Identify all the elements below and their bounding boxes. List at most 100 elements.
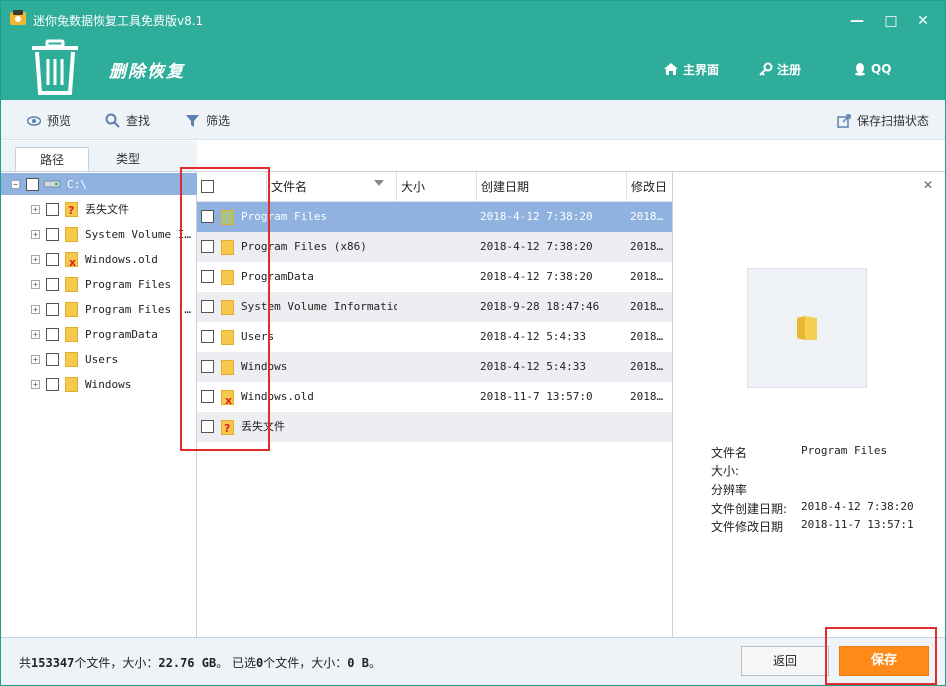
maximize-button[interactable]: □	[881, 11, 901, 31]
tree-root-label: C:\	[67, 177, 87, 191]
expand-icon[interactable]: +	[31, 304, 40, 314]
column-name[interactable]: 文件名	[267, 172, 397, 202]
tree-item[interactable]: + Users	[1, 348, 197, 370]
column-size[interactable]: 大小	[397, 172, 477, 202]
register-link-label: 注册	[777, 62, 802, 77]
tree-item[interactable]: + Windows	[1, 373, 197, 395]
file-row-folder-icon	[221, 239, 235, 255]
title-bar: 迷你兔数据恢复工具免费版v8.1 — □ ✕ 删除恢复 主界面 注册 QQ	[1, 1, 945, 100]
status-summary: 共153347个文件，大小：22.76 GB。 已选0个文件，大小：0 B。	[19, 654, 381, 671]
file-row-checkbox[interactable]	[201, 300, 214, 313]
tree-item[interactable]: + ProgramData	[1, 323, 197, 345]
file-row-name: Program Files	[241, 210, 328, 223]
tree-item-checkbox[interactable]	[46, 302, 59, 316]
preview-button[interactable]: 预览	[27, 112, 71, 129]
tree-item-label: Windows.old	[85, 252, 158, 266]
home-link[interactable]: 主界面	[663, 59, 719, 79]
status-total-size: 22.76 GB	[158, 656, 217, 670]
folder-tree: − C:\ +? 丢失文件 + System Volume I… + x Windows.o…	[1, 171, 197, 637]
key-icon	[759, 62, 773, 76]
minimize-button[interactable]: —	[847, 11, 867, 31]
file-row[interactable]: Users 2018-4-12 5:4:33 2018…	[197, 322, 672, 352]
tree-root-checkbox[interactable]	[26, 177, 39, 191]
file-row[interactable]: x Windows.old 2018-11-7 13:57:0 2018…	[197, 382, 672, 412]
eye-icon	[27, 115, 41, 126]
tree-item[interactable]: + System Volume I…	[1, 223, 197, 245]
tab-type[interactable]: 类型	[91, 147, 165, 171]
expand-icon[interactable]: +	[31, 204, 40, 214]
save-scan-button[interactable]: 保存扫描状态	[837, 112, 929, 129]
status-mid1: 个文件，大小：	[74, 656, 159, 670]
preview-close-icon[interactable]: ✕	[923, 178, 933, 192]
funnel-icon	[186, 115, 199, 127]
save-scan-label: 保存扫描状态	[857, 114, 930, 128]
file-row-created: 2018-4-12 7:38:20	[480, 210, 593, 223]
file-row-checkbox[interactable]	[201, 330, 214, 343]
qq-link[interactable]: QQ	[853, 59, 891, 79]
info-created-value: 2018-4-12 7:38:20	[801, 500, 914, 513]
tree-item[interactable]: + Program Files (…	[1, 298, 197, 320]
save-button[interactable]: 保存	[839, 646, 929, 676]
file-row-name: 丢失文件	[241, 420, 285, 433]
filter-button[interactable]: 筛选	[185, 112, 230, 129]
tree-item[interactable]: +? 丢失文件	[1, 198, 197, 220]
file-row-created: 2018-4-12 7:38:20	[480, 270, 593, 283]
tree-item-checkbox[interactable]	[46, 377, 59, 391]
file-row[interactable]: System Volume Information 2018-9-28 18:47…	[197, 292, 672, 322]
file-row-name: ProgramData	[241, 270, 314, 283]
file-row[interactable]: Program Files 2018-4-12 7:38:20 2018…	[197, 202, 672, 232]
column-created[interactable]: 创建日期	[477, 172, 627, 202]
tree-item-checkbox[interactable]	[46, 327, 59, 341]
column-modified[interactable]: 修改日	[627, 172, 672, 202]
file-row-checkbox[interactable]	[201, 420, 214, 433]
select-all-checkbox[interactable]	[201, 180, 214, 193]
folder-icon	[797, 316, 817, 340]
expand-icon[interactable]: +	[31, 279, 40, 289]
tab-path[interactable]: 路径	[15, 147, 89, 171]
file-row[interactable]: Windows 2018-4-12 5:4:33 2018…	[197, 352, 672, 382]
tree-item-checkbox[interactable]	[46, 252, 59, 266]
file-row[interactable]: Program Files (x86) 2018-4-12 7:38:20 2018…	[197, 232, 672, 262]
info-resolution-label: 分辨率	[711, 483, 748, 497]
tree-item-checkbox[interactable]	[46, 227, 59, 241]
preview-panel: ✕ 文件名 Program Files 大小: 分辨率 文件创建日期: 2018…	[673, 171, 945, 637]
tree-item-checkbox[interactable]	[46, 277, 59, 291]
file-row-name: Users	[241, 330, 275, 343]
tree-item-checkbox[interactable]	[46, 352, 59, 366]
expand-icon[interactable]: +	[31, 229, 40, 239]
file-row-modified: 2018…	[630, 270, 664, 283]
file-row-checkbox[interactable]	[201, 210, 214, 223]
column-name-label: 文件名	[271, 180, 308, 194]
tree-item[interactable]: + Program Files	[1, 273, 197, 295]
tree-item-folder-icon	[65, 326, 79, 342]
tree-item-checkbox[interactable]	[46, 202, 59, 216]
expand-icon[interactable]: +	[31, 254, 40, 264]
status-mid2: 。 已选	[216, 656, 257, 670]
expand-icon[interactable]: +	[31, 379, 40, 389]
file-row-name: Program Files (x86)	[241, 240, 367, 253]
info-modified-label: 文件修改日期	[711, 520, 784, 534]
register-link[interactable]: 注册	[759, 59, 801, 79]
tree-item-folder-icon	[65, 226, 79, 242]
expand-icon[interactable]: +	[31, 329, 40, 339]
find-button[interactable]: 查找	[105, 112, 150, 129]
file-row-created: 2018-9-28 18:47:46	[480, 300, 600, 313]
file-row-name: Windows.old	[241, 390, 314, 403]
file-row-checkbox[interactable]	[201, 360, 214, 373]
expand-icon[interactable]: +	[31, 354, 40, 364]
tree-item-label: System Volume I…	[85, 227, 191, 241]
drive-icon	[43, 180, 61, 188]
tree-item[interactable]: + x Windows.old	[1, 248, 197, 270]
file-row-checkbox[interactable]	[201, 390, 214, 403]
file-row-checkbox[interactable]	[201, 270, 214, 283]
file-row[interactable]: ? 丢失文件	[197, 412, 672, 442]
window-title: 迷你兔数据恢复工具免费版v8.1	[33, 14, 204, 28]
collapse-icon[interactable]: −	[11, 179, 20, 189]
back-button[interactable]: 返回	[741, 646, 829, 676]
preview-thumbnail	[747, 268, 867, 388]
file-row[interactable]: ProgramData 2018-4-12 7:38:20 2018…	[197, 262, 672, 292]
tree-root[interactable]: − C:\	[1, 173, 197, 195]
tree-item-folder-icon: x	[65, 251, 79, 268]
file-row-checkbox[interactable]	[201, 240, 214, 253]
close-button[interactable]: ✕	[913, 11, 933, 31]
